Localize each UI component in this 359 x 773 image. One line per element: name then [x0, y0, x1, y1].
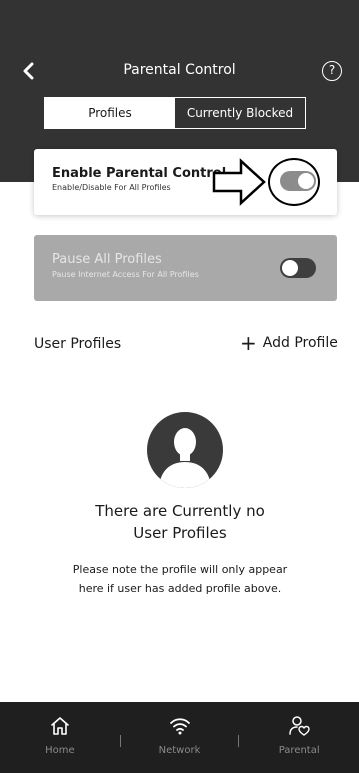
enable-card-subtitle: Enable/Disable For All Profiles	[52, 183, 171, 192]
wifi-icon	[169, 718, 190, 735]
tab-currently-blocked[interactable]: Currently Blocked	[175, 98, 305, 128]
avatar-placeholder-icon	[147, 412, 223, 488]
add-profile-button[interactable]: + Add Profile	[240, 333, 338, 353]
nav-network-label: Network	[158, 745, 201, 756]
enable-card-title: Enable Parental Control	[52, 166, 227, 181]
toggle-knob	[282, 260, 298, 276]
enable-parental-toggle[interactable]	[280, 171, 316, 191]
add-profile-label: Add Profile	[262, 335, 338, 351]
arrow-right-icon	[212, 158, 266, 206]
nav-divider	[119, 735, 121, 747]
plus-icon: +	[240, 331, 257, 355]
empty-state-title: There are Currently no User Profiles	[95, 502, 265, 542]
nav-parental-label: Parental	[278, 745, 320, 756]
page-title: Parental Control	[123, 62, 236, 78]
nav-network[interactable]: Network	[119, 702, 240, 773]
tab-bar: Profiles Currently Blocked	[44, 97, 306, 129]
user-profiles-heading: User Profiles	[34, 336, 122, 352]
tab-profiles[interactable]: Profiles	[45, 98, 175, 128]
empty-state-note: Please note the profile will only appear…	[72, 563, 288, 595]
pause-card-title: Pause All Profiles	[52, 252, 162, 267]
pause-card-subtitle: Pause Internet Access For All Profiles	[52, 270, 199, 279]
parental-icon	[289, 716, 310, 736]
home-icon	[51, 717, 69, 735]
nav-home[interactable]: Home	[0, 702, 120, 773]
nav-parental[interactable]: Parental	[239, 702, 359, 773]
help-icon[interactable]: ?	[322, 61, 342, 81]
bottom-navigation: Home Network Parental	[0, 702, 359, 773]
pause-profiles-toggle[interactable]	[280, 258, 316, 278]
nav-home-label: Home	[45, 745, 75, 756]
toggle-knob	[298, 173, 314, 189]
